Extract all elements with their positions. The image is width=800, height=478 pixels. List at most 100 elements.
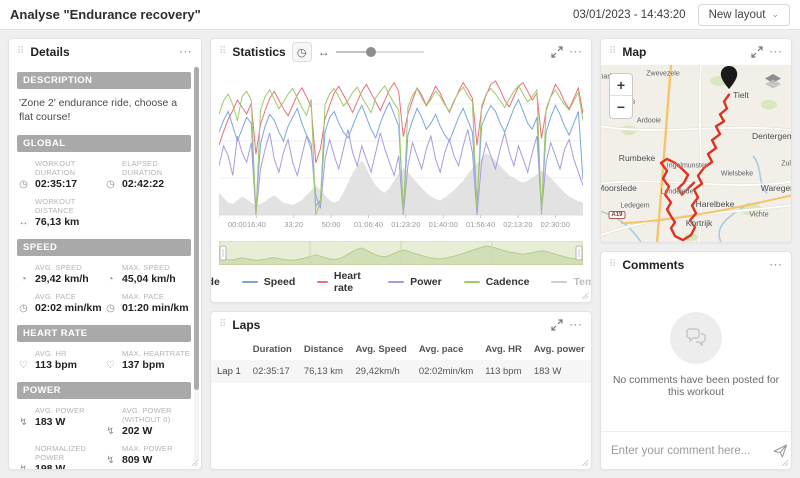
lap-cell: 02:35:17 bbox=[247, 360, 298, 383]
legend-item-heart-rate[interactable]: Heart rate bbox=[317, 270, 366, 294]
legend-item-cadence[interactable]: Cadence bbox=[464, 276, 530, 288]
workout-datetime: 03/01/2023 - 14:43:20 bbox=[573, 9, 686, 21]
stat-value: 113 bpm bbox=[35, 359, 77, 371]
map-canvas[interactable]: + − KortemarkZwevezeleGitsArdooieTieltDe… bbox=[601, 65, 791, 242]
legend-label: Heart rate bbox=[334, 270, 366, 294]
legend-item-power[interactable]: Power bbox=[388, 276, 442, 288]
lap-cell: 183 W bbox=[528, 360, 591, 383]
stat-label: AVG. POWER bbox=[35, 406, 104, 415]
stat-value: 02:42:22 bbox=[122, 178, 164, 190]
map-zoom-control: + − bbox=[609, 73, 633, 119]
smoothing-slider[interactable] bbox=[336, 46, 424, 58]
legend-swatch bbox=[242, 281, 258, 283]
stat-avg-pace: AVG. PACE◷02:02 min/km bbox=[17, 292, 104, 314]
stat-avg-speed: AVG. SPEED◔29,42 km/h bbox=[17, 263, 104, 285]
stopwatch-icon: ◷ bbox=[17, 303, 30, 314]
laps-col-duration: Duration bbox=[247, 340, 298, 360]
stat-grid: AVG. POWER ↯ 183 W AVG. POWER (WITHOUT 0)↯2… bbox=[17, 404, 191, 469]
stat-value: 183 W bbox=[35, 416, 65, 428]
drag-handle-icon[interactable]: ⠿ bbox=[219, 47, 226, 57]
resize-grip-icon[interactable] bbox=[581, 459, 589, 467]
legend-item-temperature[interactable]: Temperature bbox=[551, 276, 592, 288]
resize-grip-icon[interactable] bbox=[781, 459, 789, 467]
expand-icon[interactable] bbox=[551, 46, 563, 58]
legend-label: Altitude bbox=[210, 276, 220, 288]
drag-handle-icon[interactable]: ⠿ bbox=[609, 260, 616, 270]
svg-text:16:40: 16:40 bbox=[247, 220, 266, 229]
section-header-heart-rate: HEART RATE bbox=[17, 325, 191, 342]
layout-select-button[interactable]: New layout ⌄ bbox=[698, 4, 790, 26]
stat-value: 809 W bbox=[122, 454, 152, 466]
drag-handle-icon[interactable]: ⠿ bbox=[17, 47, 24, 57]
navigator-handle-right[interactable] bbox=[576, 246, 582, 260]
map-title: Map bbox=[622, 45, 646, 59]
legend-item-speed[interactable]: Speed bbox=[242, 276, 296, 288]
lap-cell: 02:02min/km bbox=[413, 360, 479, 383]
map-label-zwevezele: Zwevezele bbox=[646, 70, 679, 77]
map-label-harelbeke: Harelbeke bbox=[696, 199, 735, 209]
slider-knob[interactable] bbox=[366, 47, 376, 57]
stopwatch-icon: ◷ bbox=[104, 303, 117, 314]
stat-value: 137 bpm bbox=[122, 359, 165, 371]
stat-grid: AVG. HR♡113 bpmMAX. HEARTRATE♡137 bpm bbox=[17, 347, 191, 375]
heart-icon: ♡ bbox=[104, 360, 117, 371]
empty-comments-text: No comments have been posted for this wo… bbox=[611, 374, 781, 398]
statistics-chart[interactable]: 00:0016:4033:2050:0001:06:4001:23:2001:4… bbox=[219, 67, 583, 233]
bolt-icon: ↯ bbox=[104, 455, 117, 466]
section-header-global: GLOBAL bbox=[17, 135, 191, 152]
time-axis-toggle-button[interactable]: ◷ bbox=[292, 42, 312, 62]
map-label-waregem: Waregem bbox=[761, 183, 791, 193]
clock-icon: ◷ bbox=[17, 179, 30, 190]
resize-grip-icon[interactable] bbox=[191, 459, 199, 467]
expand-icon[interactable] bbox=[551, 319, 563, 331]
map-label-moorslede: Moorslede bbox=[601, 183, 637, 193]
comment-input-row bbox=[601, 431, 791, 469]
stat-avg-power-without-0: AVG. POWER (WITHOUT 0)↯202 W bbox=[104, 406, 191, 437]
page-title: Analyse "Endurance recovery" bbox=[10, 7, 201, 22]
navigator-handle-left[interactable] bbox=[220, 246, 226, 260]
resize-grip-icon[interactable] bbox=[581, 292, 589, 300]
stat-label: ELAPSED DURATION bbox=[122, 159, 191, 177]
details-scrollbar-thumb[interactable] bbox=[194, 67, 199, 390]
lap-cell: 76,13 km bbox=[298, 360, 350, 383]
map-zoom-out-button[interactable]: − bbox=[610, 96, 632, 118]
stat-value: 45,04 km/h bbox=[122, 273, 176, 285]
lap-row[interactable]: Lap 102:35:1776,13 km29,42km/h02:02min/k… bbox=[211, 360, 592, 383]
statistics-panel: ⠿ Statistics ◷ ↔ ⋯ 00:0016:4033:2050:000… bbox=[210, 38, 592, 303]
comments-panel: ⠿ Comments ⋯ No comments have been poste… bbox=[600, 251, 792, 470]
laps-menu-icon[interactable]: ⋯ bbox=[569, 317, 583, 333]
svg-text:01:56:40: 01:56:40 bbox=[466, 220, 495, 229]
stat-workout-distance: WORKOUT DISTANCE↔76,13 km bbox=[17, 197, 104, 228]
map-layers-icon[interactable] bbox=[763, 73, 783, 96]
legend-item-altitude[interactable]: Altitude bbox=[210, 276, 220, 288]
details-menu-icon[interactable]: ⋯ bbox=[179, 44, 193, 60]
section-header-power: POWER bbox=[17, 382, 191, 399]
statistics-menu-icon[interactable]: ⋯ bbox=[569, 44, 583, 60]
stat-value: 202 W bbox=[122, 425, 152, 437]
distance-axis-icon[interactable]: ↔ bbox=[318, 45, 330, 59]
stat-max-power: MAX. POWER↯809 W bbox=[104, 444, 191, 469]
expand-icon[interactable] bbox=[751, 46, 763, 58]
laps-col-avg-pace: Avg. pace bbox=[413, 340, 479, 360]
route-start-marker[interactable] bbox=[720, 66, 738, 95]
comment-input[interactable] bbox=[611, 445, 765, 457]
svg-text:33:20: 33:20 bbox=[284, 220, 303, 229]
map-menu-icon[interactable]: ⋯ bbox=[769, 44, 783, 60]
lap-cell: 29,42km/h bbox=[349, 360, 412, 383]
lap-cell: 198 W bbox=[591, 360, 592, 383]
send-comment-icon[interactable] bbox=[773, 444, 788, 458]
drag-handle-icon[interactable]: ⠿ bbox=[609, 47, 616, 57]
clock-icon: ◷ bbox=[104, 179, 117, 190]
map-zoom-in-button[interactable]: + bbox=[610, 74, 632, 96]
map-label-ledegem: Ledegem bbox=[620, 203, 649, 210]
chart-range-navigator[interactable] bbox=[219, 241, 583, 265]
lap-cell: 113 bpm bbox=[479, 360, 528, 383]
details-scrollbar[interactable] bbox=[194, 67, 199, 461]
drag-handle-icon[interactable]: ⠿ bbox=[219, 320, 226, 330]
stat-grid: WORKOUT DURATION◷02:35:17ELAPSED DURATIO… bbox=[17, 157, 191, 232]
svg-text:01:06:40: 01:06:40 bbox=[354, 220, 383, 229]
map-label-wielsbeke: Wielsbeke bbox=[721, 170, 753, 177]
map-label-ingelmunster: Ingelmunster bbox=[667, 162, 707, 169]
comments-menu-icon[interactable]: ⋯ bbox=[769, 257, 783, 273]
details-scroll-area[interactable]: DESCRIPTION'Zone 2' endurance ride, choo… bbox=[9, 65, 201, 469]
